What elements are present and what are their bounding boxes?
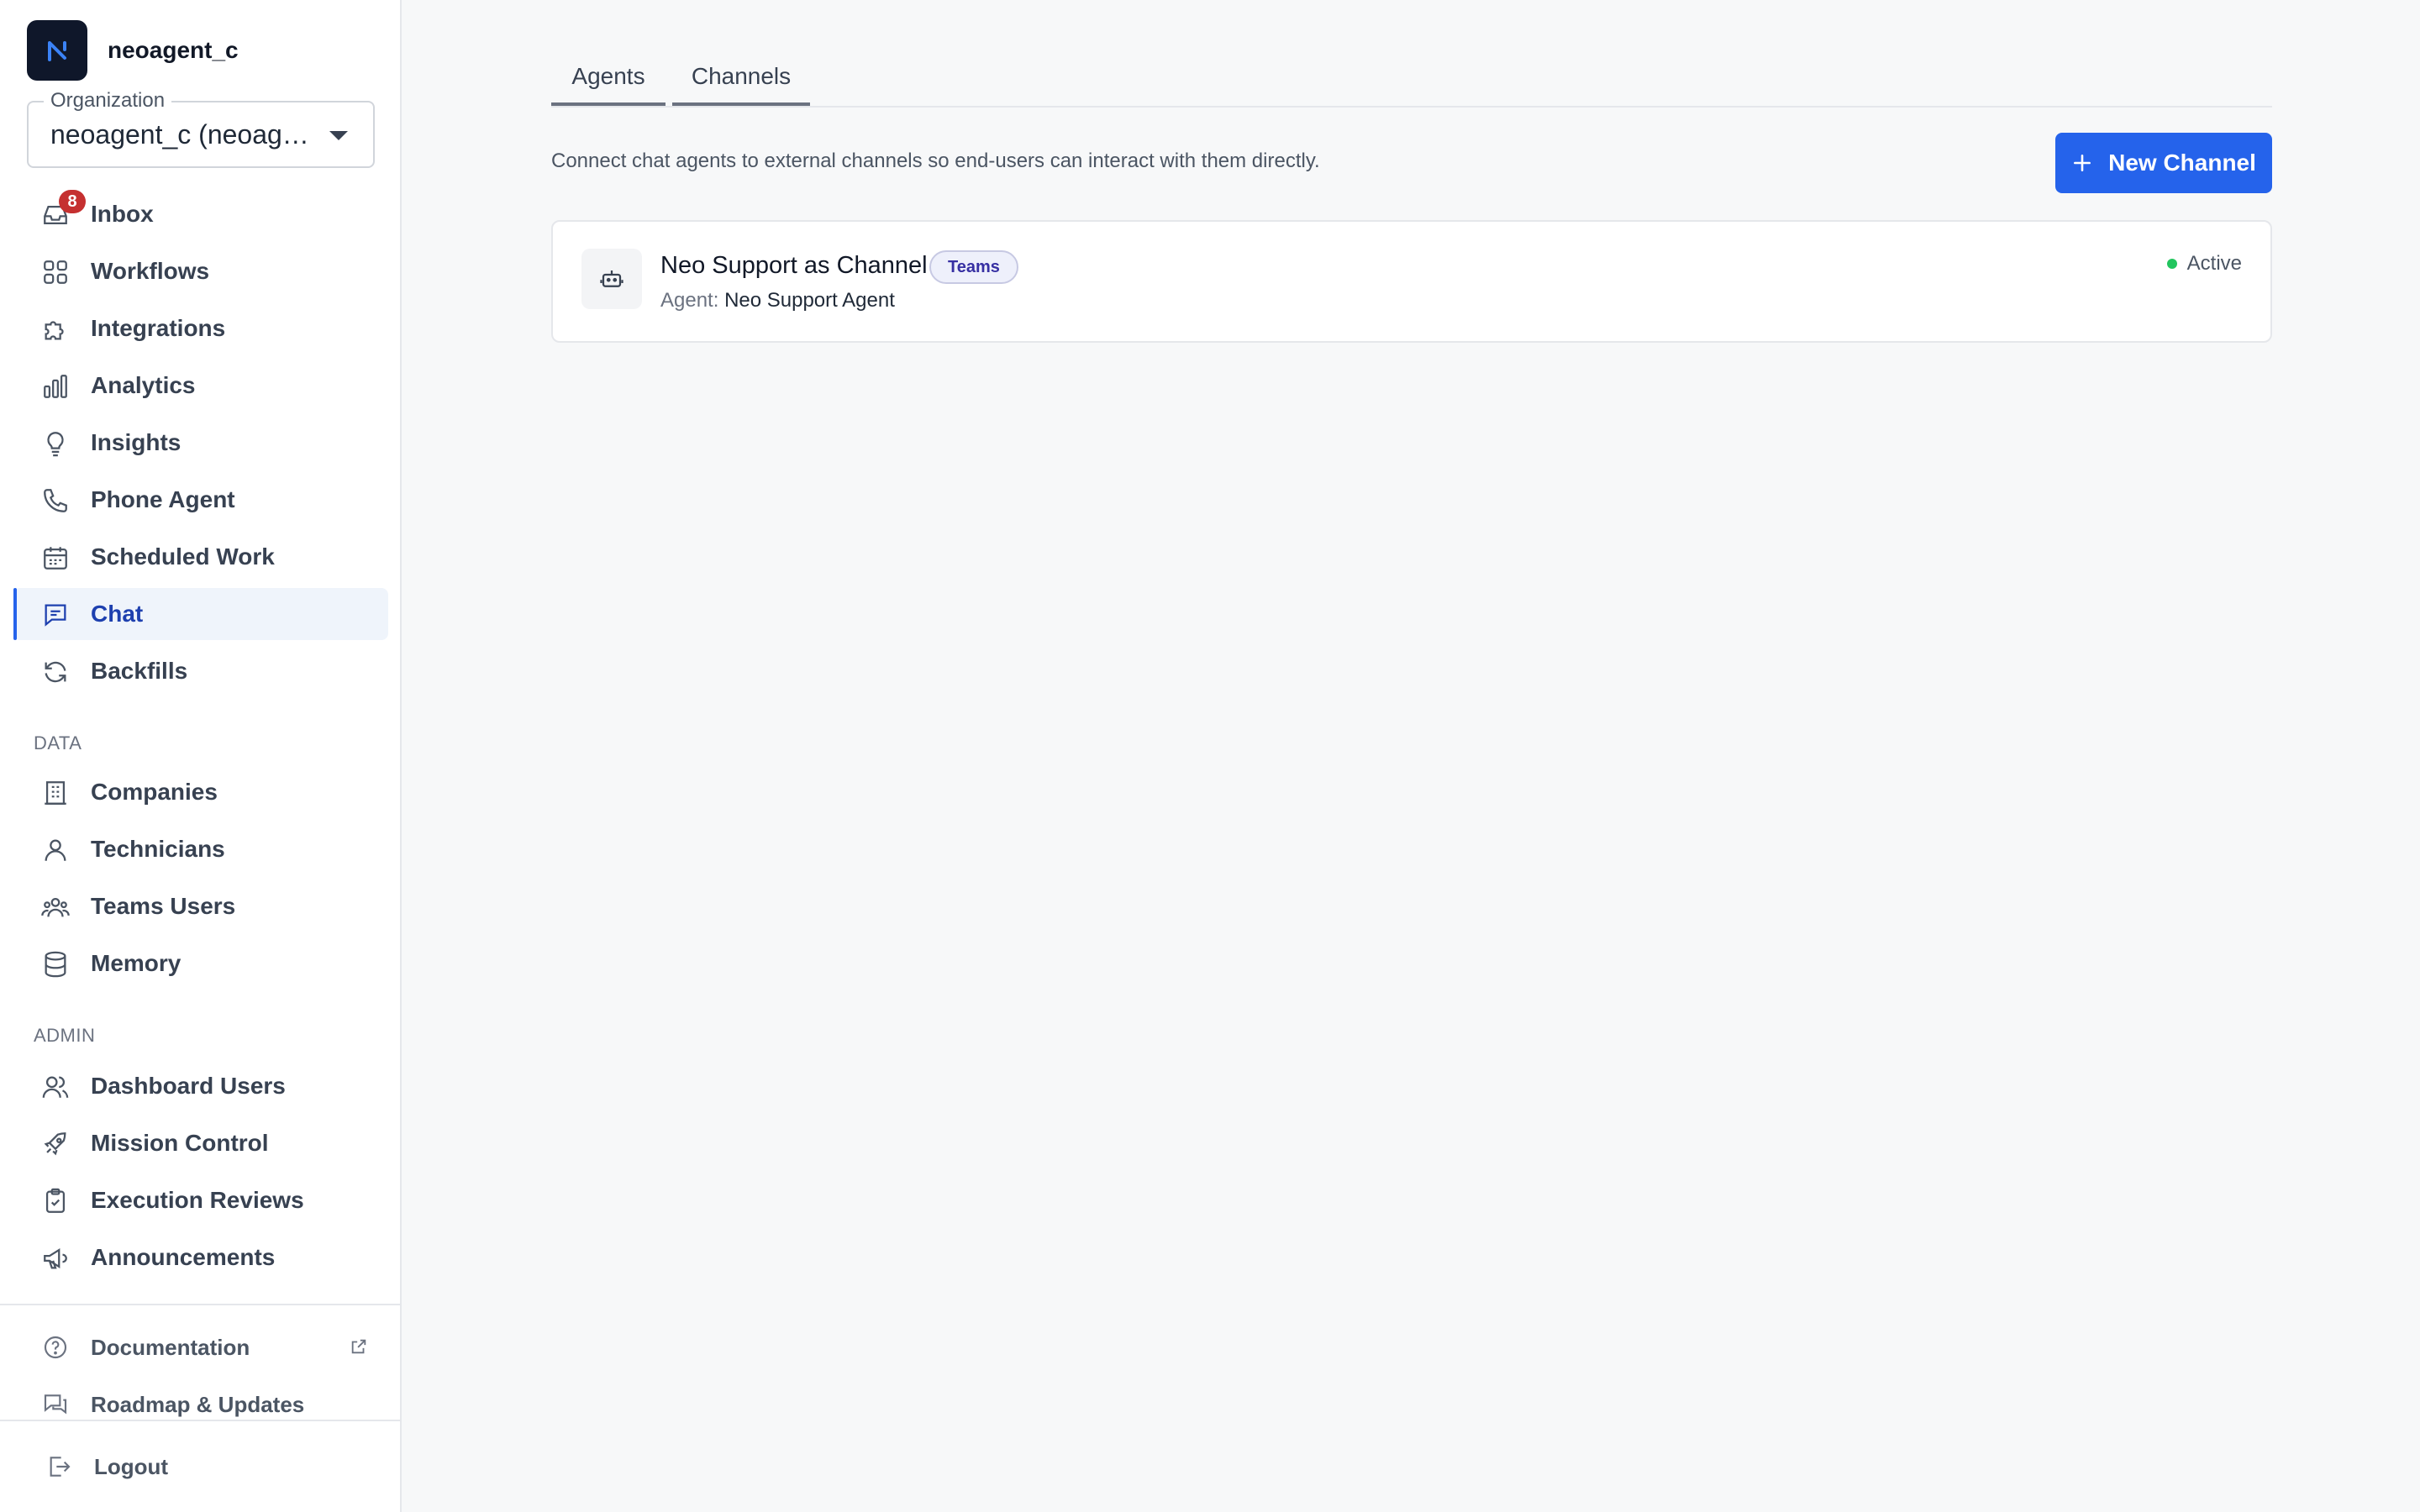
organization-label: Organization <box>44 89 172 113</box>
brand[interactable]: neoagent_c <box>27 20 239 81</box>
rocket-icon <box>40 1129 71 1159</box>
page-description: Connect chat agents to external channels… <box>551 150 1320 172</box>
channel-card[interactable]: Neo Support as Channel Teams Agent: Neo … <box>551 220 2272 343</box>
sidebar-item-label: Phone Agent <box>91 486 235 512</box>
sidebar-item-analytics[interactable]: Analytics <box>13 360 388 412</box>
divider <box>0 1304 402 1305</box>
channel-agent-name: Neo Support Agent <box>724 289 895 312</box>
sidebar-item-label: Inbox <box>91 201 154 227</box>
tab-channels[interactable]: Channels <box>672 50 810 106</box>
megaphone-icon <box>40 1243 71 1273</box>
roadmap-link[interactable]: Roadmap & Updates <box>13 1379 388 1430</box>
roadmap-label: Roadmap & Updates <box>91 1391 305 1417</box>
sidebar-item-label: Integrations <box>91 315 226 341</box>
new-channel-label: New Channel <box>2108 150 2256 176</box>
clipboard-check-icon <box>40 1186 71 1216</box>
channel-type-badge: Teams <box>929 250 1018 284</box>
status-indicator: Active <box>2166 252 2242 276</box>
building-icon <box>40 778 71 808</box>
sidebar-item-label: Companies <box>91 779 218 805</box>
organization-value: neoagent_c (neoagent_c) <box>50 119 311 150</box>
sidebar-item-label: Technicians <box>91 836 225 862</box>
phone-icon <box>40 486 71 516</box>
brand-logo <box>27 20 87 81</box>
brand-name: neoagent_c <box>108 37 239 63</box>
database-icon <box>40 949 71 979</box>
section-label-admin: ADMIN <box>34 1025 96 1046</box>
lightbulb-icon <box>40 428 71 459</box>
chat-bubbles-icon <box>40 1389 71 1420</box>
sidebar-item-technicians[interactable]: Technicians <box>13 823 388 875</box>
new-channel-button[interactable]: New Channel <box>2055 133 2272 193</box>
inbox-count-badge: 8 <box>59 190 86 213</box>
status-dot <box>2166 259 2177 269</box>
external-link-icon <box>350 1337 368 1360</box>
bot-icon <box>581 249 642 309</box>
sidebar-item-label: Execution Reviews <box>91 1187 304 1213</box>
sidebar-item-label: Dashboard Users <box>91 1073 286 1099</box>
tab-bar: Agents Channels <box>551 50 2272 108</box>
tab-agents[interactable]: Agents <box>551 50 666 106</box>
users-icon <box>40 1072 71 1102</box>
divider <box>0 1420 402 1421</box>
channel-agent: Agent: Neo Support Agent <box>660 289 895 312</box>
logout-icon <box>44 1452 74 1482</box>
chat-icon <box>40 600 71 630</box>
sidebar-item-label: Mission Control <box>91 1130 269 1156</box>
sidebar: neoagent_c Organization neoagent_c (neoa… <box>0 0 402 1512</box>
channel-agent-prefix: Agent: <box>660 289 719 312</box>
puzzle-icon <box>40 314 71 344</box>
sidebar-item-execution-reviews[interactable]: Execution Reviews <box>13 1174 388 1226</box>
sidebar-item-integrations[interactable]: Integrations <box>13 302 388 354</box>
grid-icon <box>40 257 71 287</box>
sidebar-item-backfills[interactable]: Backfills <box>13 645 388 697</box>
sidebar-item-label: Workflows <box>91 258 210 284</box>
users-group-icon <box>40 892 71 922</box>
user-icon <box>40 835 71 865</box>
sidebar-item-phone-agent[interactable]: Phone Agent <box>13 474 388 526</box>
sidebar-item-label: Announcements <box>91 1244 276 1270</box>
sidebar-item-label: Memory <box>91 950 182 976</box>
refresh-icon <box>40 657 71 687</box>
sidebar-item-label: Backfills <box>91 658 188 684</box>
documentation-link[interactable]: Documentation <box>13 1322 388 1373</box>
sidebar-item-memory[interactable]: Memory <box>13 937 388 990</box>
documentation-label: Documentation <box>91 1334 250 1360</box>
section-label-data: DATA <box>34 732 82 753</box>
sidebar-item-label: Teams Users <box>91 893 236 919</box>
channel-title: Neo Support as Channel <box>660 252 928 279</box>
sidebar-item-workflows[interactable]: Workflows <box>13 245 388 297</box>
help-circle-icon <box>40 1332 71 1362</box>
sidebar-item-chat[interactable]: Chat <box>13 588 388 640</box>
plus-icon <box>2071 152 2093 174</box>
sidebar-item-label: Chat <box>91 601 144 627</box>
sidebar-item-insights[interactable]: Insights <box>13 417 388 469</box>
sidebar-item-scheduled-work[interactable]: Scheduled Work <box>13 531 388 583</box>
sidebar-item-label: Analytics <box>91 372 196 398</box>
sidebar-item-mission-control[interactable]: Mission Control <box>13 1117 388 1169</box>
sidebar-item-companies[interactable]: Companies <box>13 766 388 818</box>
sidebar-item-inbox[interactable]: 8 Inbox <box>13 188 388 240</box>
organization-select[interactable]: Organization neoagent_c (neoagent_c) <box>27 89 375 168</box>
sidebar-item-teams-users[interactable]: Teams Users <box>13 880 388 932</box>
bar-chart-icon <box>40 371 71 402</box>
sidebar-item-announcements[interactable]: Announcements <box>13 1231 388 1284</box>
calendar-icon <box>40 543 71 573</box>
caret-down-icon <box>329 131 348 140</box>
sidebar-item-dashboard-users[interactable]: Dashboard Users <box>13 1060 388 1112</box>
sidebar-item-label: Insights <box>91 429 182 455</box>
sidebar-item-label: Scheduled Work <box>91 543 275 570</box>
logout-button[interactable]: Logout <box>13 1441 388 1492</box>
logout-label: Logout <box>94 1453 169 1479</box>
status-label: Active <box>2186 252 2242 275</box>
